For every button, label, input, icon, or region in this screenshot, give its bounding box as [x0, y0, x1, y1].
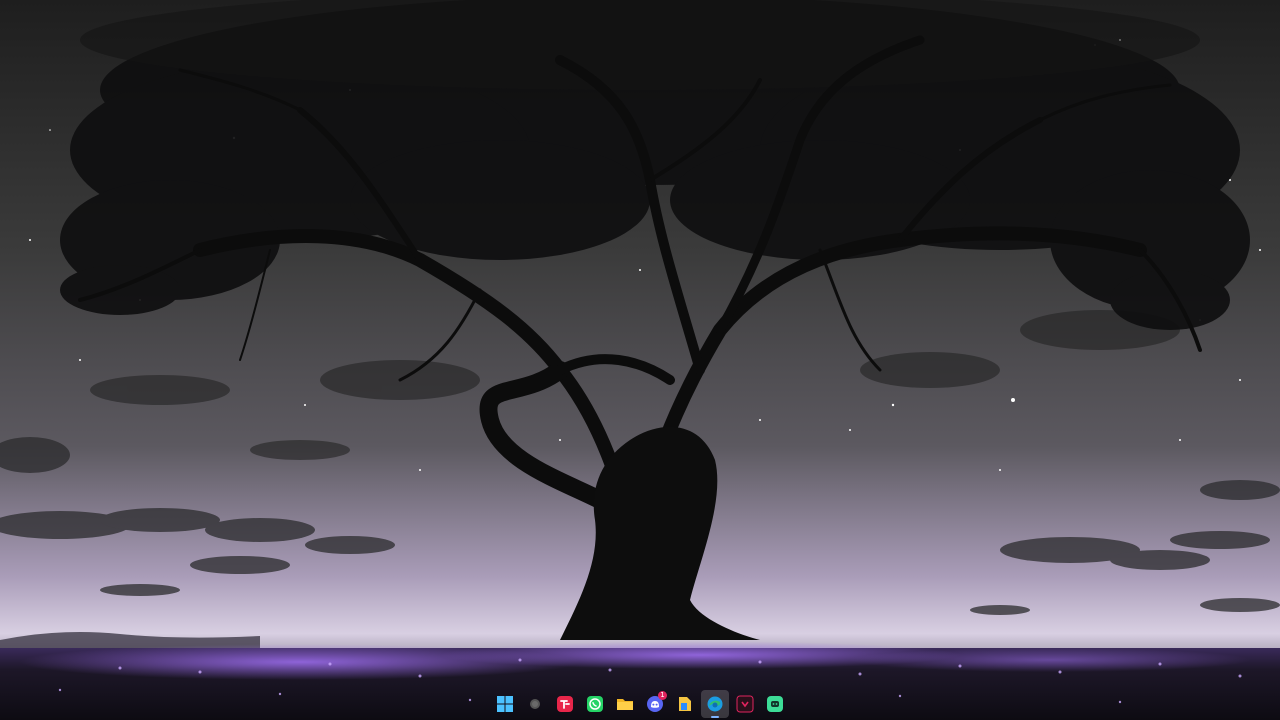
red-app-icon — [557, 696, 573, 712]
whatsapp-button[interactable] — [581, 690, 609, 718]
file-manager-button[interactable] — [671, 690, 699, 718]
edge-browser-button[interactable] — [701, 690, 729, 718]
folder-icon — [617, 699, 633, 710]
search-circle-icon — [530, 699, 540, 709]
active-indicator — [711, 716, 719, 718]
dark-app-icon — [736, 695, 754, 713]
wallpaper-night-tree — [0, 0, 1280, 720]
dark-app-button[interactable] — [731, 690, 759, 718]
notification-badge: 1 — [658, 691, 667, 700]
whatsapp-icon — [587, 696, 603, 712]
green-app-icon — [767, 696, 783, 712]
taskbar: 1 — [0, 688, 1280, 720]
discord-button[interactable]: 1 — [641, 690, 669, 718]
file-manager-icon — [679, 697, 691, 711]
green-app-button[interactable] — [761, 690, 789, 718]
file-explorer-button[interactable] — [611, 690, 639, 718]
start-button[interactable] — [491, 690, 519, 718]
edge-browser-icon — [707, 696, 723, 712]
windows-logo-icon — [497, 696, 513, 712]
red-app-button[interactable] — [551, 690, 579, 718]
desktop: 1 — [0, 0, 1280, 720]
search-button[interactable] — [521, 690, 549, 718]
